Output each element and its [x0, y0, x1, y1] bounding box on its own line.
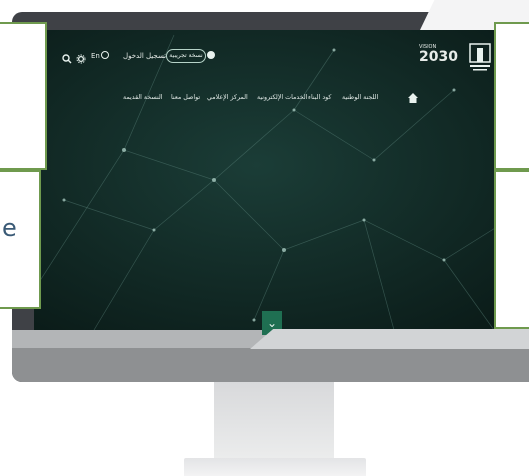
- left-peek-text: e: [2, 214, 17, 242]
- language-toggle[interactable]: En: [91, 52, 100, 60]
- search-icon[interactable]: [62, 49, 72, 64]
- building-code-logo: [468, 42, 492, 72]
- nav-building-code[interactable]: كود البناء: [308, 94, 331, 101]
- home-icon[interactable]: [407, 89, 419, 103]
- nav-media-center[interactable]: المركز الإعلامي: [207, 94, 248, 101]
- globe-icon[interactable]: [101, 51, 109, 59]
- vision-year: 2030: [419, 49, 458, 65]
- nav-contact[interactable]: تواصل معنا: [171, 94, 200, 101]
- user-icon[interactable]: [207, 51, 215, 59]
- nav-e-services[interactable]: الخدمات الإلكترونية: [257, 94, 307, 101]
- right-top-panel: [494, 22, 529, 170]
- demo-version-button[interactable]: نسخة تجريبية: [166, 49, 206, 63]
- website-screen: [34, 30, 529, 330]
- vision-2030-logo: VISION 2030: [419, 44, 458, 64]
- right-bottom-panel: [494, 170, 529, 329]
- screen-lower-reflection: [250, 329, 529, 349]
- network-background: [34, 30, 529, 330]
- login-link[interactable]: تسجيل الدخول: [123, 52, 166, 60]
- left-top-panel: [0, 22, 47, 170]
- monitor-stand-base: [184, 458, 366, 476]
- nav-old-version[interactable]: النسخة القديمة: [123, 94, 163, 101]
- nav-national-committee[interactable]: اللجنة الوطنية: [342, 94, 378, 101]
- monitor-stand-neck: [214, 382, 334, 462]
- chevron-double-down-icon: ⌄: [266, 316, 278, 330]
- gear-icon[interactable]: [76, 49, 86, 64]
